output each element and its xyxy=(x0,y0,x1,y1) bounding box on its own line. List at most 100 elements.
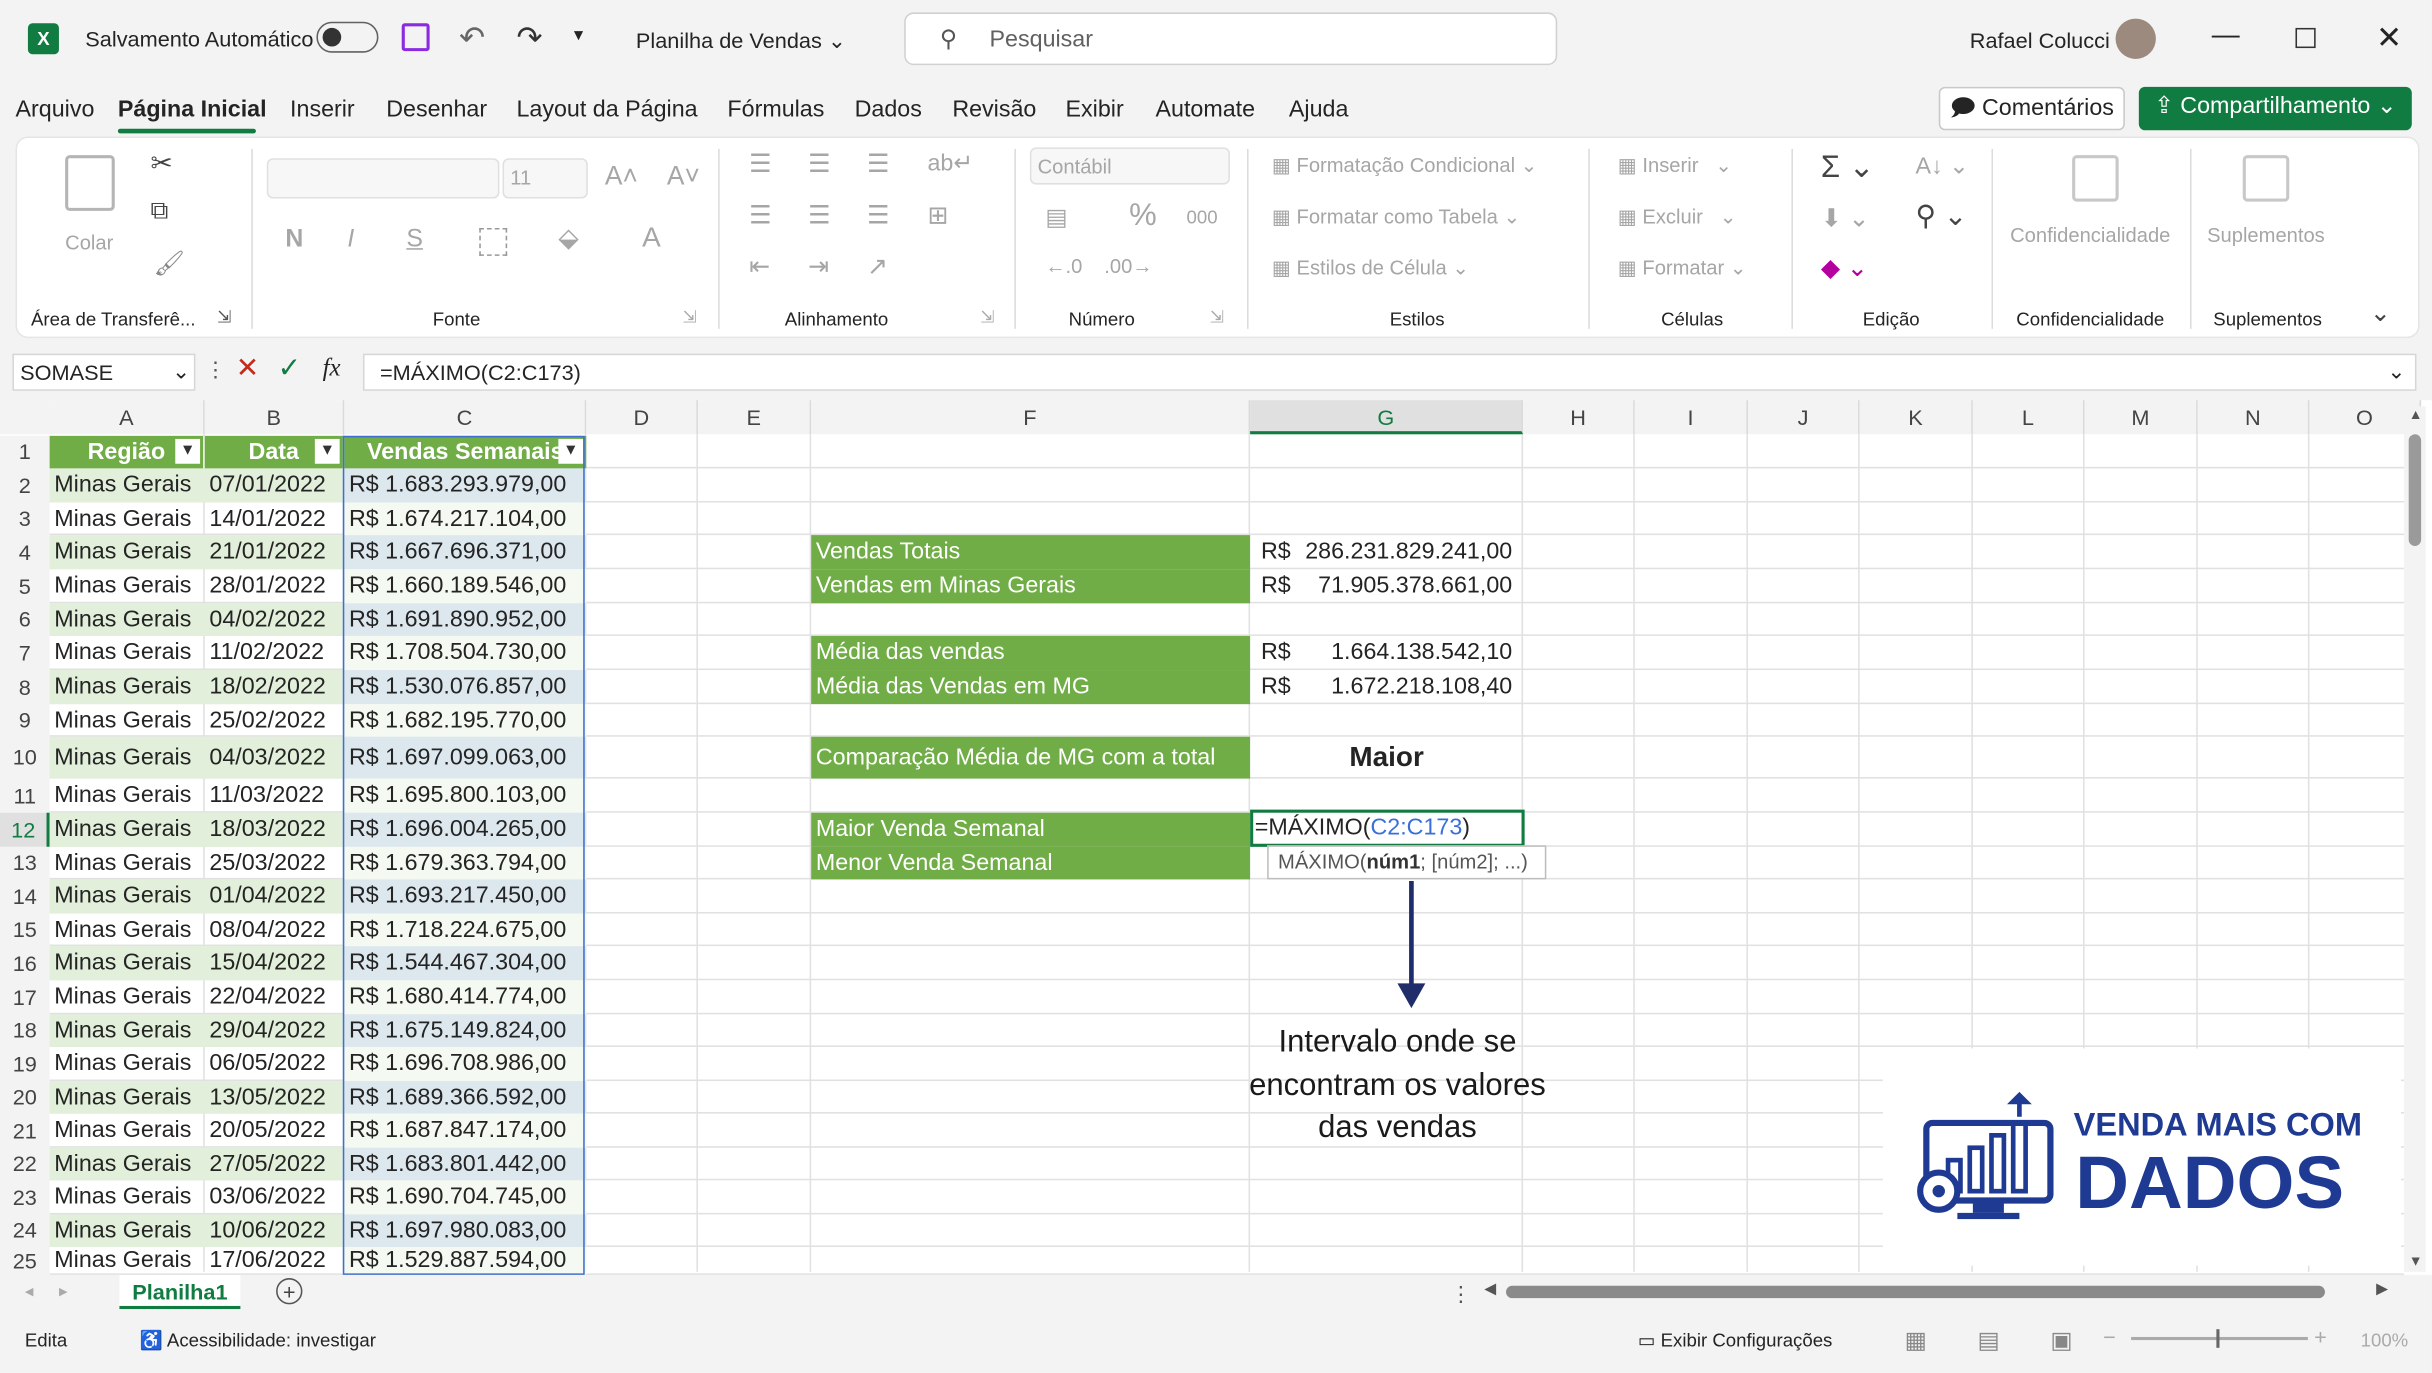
summary-value[interactable]: 286.231.829.241,00 xyxy=(1287,535,1517,569)
row-header[interactable]: 8 xyxy=(0,670,50,705)
find-select-icon[interactable]: ⚲ ⌄ xyxy=(1915,200,1967,233)
addins-button[interactable]: Suplementos xyxy=(2207,223,2325,246)
formula-input[interactable]: =MÁXIMO(C2:C173) ⌄ xyxy=(362,353,2417,391)
table-cell[interactable]: Minas Gerais xyxy=(50,636,205,670)
copy-icon[interactable]: ⧉ xyxy=(150,199,168,227)
summary-label[interactable]: Maior Venda Semanal xyxy=(811,812,1251,847)
scroll-left-icon[interactable]: ◀ xyxy=(1484,1281,1496,1298)
table-cell[interactable]: Minas Gerais xyxy=(49,603,205,636)
zoom-in-icon[interactable]: + xyxy=(2314,1325,2327,1350)
bold-button[interactable]: N xyxy=(285,226,303,254)
menu-layout-da-pagina[interactable]: Layout da Página xyxy=(516,96,697,122)
table-cell[interactable]: 28/01/2022 xyxy=(205,569,345,603)
table-cell[interactable]: 14/01/2022 xyxy=(205,503,345,536)
align-top-icon[interactable]: ☰ xyxy=(749,149,771,180)
table-cell[interactable]: 21/01/2022 xyxy=(204,535,345,570)
row-header[interactable]: 12 xyxy=(0,812,50,847)
table-cell[interactable]: Minas Gerais xyxy=(50,847,205,880)
cut-icon[interactable]: ✂ xyxy=(150,149,172,180)
comments-button[interactable]: 🗩 Comentários xyxy=(1938,86,2125,131)
table-cell[interactable]: 11/02/2022 xyxy=(205,636,345,670)
table-cell[interactable]: 10/06/2022 xyxy=(204,1214,345,1248)
table-cell[interactable]: Minas Gerais xyxy=(50,914,205,947)
number-launcher-icon[interactable]: ⇲ xyxy=(1210,307,1224,328)
row-header[interactable]: 5 xyxy=(0,569,50,604)
summary-value[interactable]: 1.672.218.108,40 xyxy=(1287,670,1517,704)
table-cell[interactable]: Minas Gerais xyxy=(49,1081,205,1114)
grow-font-icon[interactable]: A˄ xyxy=(605,161,638,192)
next-sheet-icon[interactable]: ▸ xyxy=(59,1281,68,1302)
orientation-icon[interactable]: ↗ xyxy=(867,251,888,282)
table-cell[interactable]: Minas Gerais xyxy=(49,879,205,914)
table-cell[interactable]: 04/02/2022 xyxy=(204,603,345,636)
row-header[interactable]: 18 xyxy=(0,1014,50,1047)
number-format-dropdown[interactable]: Contábil xyxy=(1029,147,1230,185)
row-header[interactable]: 22 xyxy=(0,1147,50,1181)
alignment-launcher-icon[interactable]: ⇲ xyxy=(980,307,994,328)
page-layout-view-icon[interactable]: ▤ xyxy=(1978,1326,2000,1354)
vertical-scroll-thumb[interactable] xyxy=(2408,434,2422,546)
row-header[interactable]: 17 xyxy=(0,980,50,1015)
insert-function-icon[interactable]: fx xyxy=(323,355,341,383)
summary-value[interactable]: 71.905.378.661,00 xyxy=(1287,569,1517,603)
tab-split-handle-icon[interactable]: ⋮ xyxy=(1450,1281,1472,1307)
previous-sheet-icon[interactable]: ◂ xyxy=(25,1281,34,1302)
menu-desenhar[interactable]: Desenhar xyxy=(386,96,487,122)
increase-decimal-icon[interactable]: ←.0 xyxy=(1045,254,1082,277)
row-header[interactable]: 19 xyxy=(0,1046,50,1082)
table-cell[interactable]: 25/03/2022 xyxy=(205,847,345,880)
accounting-icon[interactable]: ▤ xyxy=(1045,203,1067,231)
avatar[interactable] xyxy=(2115,18,2156,59)
format-as-table-button[interactable]: ▦ Formatar como Tabela ⌄ xyxy=(1272,205,1521,230)
table-cell[interactable]: Minas Gerais xyxy=(49,736,205,779)
table-cell[interactable]: Minas Gerais xyxy=(50,569,205,603)
column-header-m[interactable]: M xyxy=(2084,400,2198,435)
table-cell[interactable]: 06/05/2022 xyxy=(205,1047,345,1081)
table-cell[interactable]: Minas Gerais xyxy=(50,779,205,813)
table-cell[interactable]: Minas Gerais xyxy=(50,1180,205,1214)
column-header-f[interactable]: F xyxy=(811,400,1251,435)
row-header[interactable]: 1 xyxy=(0,435,50,469)
column-header-c[interactable]: C xyxy=(344,400,587,435)
select-all-corner[interactable] xyxy=(0,400,50,435)
thousands-button[interactable]: 000 xyxy=(1187,206,1218,228)
table-cell[interactable]: 25/02/2022 xyxy=(205,704,345,737)
share-button[interactable]: ⇪ Compartilhamento ⌄ xyxy=(2138,86,2412,131)
filename[interactable]: Planilha de Vendas ⌄ xyxy=(636,28,846,54)
table-cell[interactable]: Minas Gerais xyxy=(49,670,205,705)
table-cell[interactable]: 18/03/2022 xyxy=(204,812,345,847)
table-cell[interactable]: 11/03/2022 xyxy=(205,779,345,813)
table-cell[interactable]: 13/05/2022 xyxy=(204,1081,345,1114)
summary-value[interactable]: 1.664.138.542,10 xyxy=(1287,636,1517,670)
menu-ajuda[interactable]: Ajuda xyxy=(1289,96,1349,122)
row-header[interactable]: 14 xyxy=(0,879,50,914)
decrease-indent-icon[interactable]: ⇤ xyxy=(749,251,770,282)
collapse-ribbon-icon[interactable]: ⌄ xyxy=(2370,298,2391,329)
table-cell[interactable]: Minas Gerais xyxy=(49,1214,205,1248)
clipboard-launcher-icon[interactable]: ⇲ xyxy=(217,307,231,328)
table-cell[interactable]: 29/04/2022 xyxy=(204,1014,345,1047)
normal-view-icon[interactable]: ▦ xyxy=(1905,1326,1927,1354)
row-header[interactable]: 7 xyxy=(0,635,50,671)
row-header[interactable]: 16 xyxy=(0,946,50,981)
row-header[interactable]: 20 xyxy=(0,1081,50,1114)
summary-label[interactable]: Vendas Totais xyxy=(811,535,1251,570)
zoom-slider[interactable] xyxy=(2131,1329,2308,1348)
column-header-i[interactable]: I xyxy=(1634,400,1748,435)
merge-center-icon[interactable]: ⊞ xyxy=(927,200,948,231)
table-cell[interactable]: Minas Gerais xyxy=(49,946,205,981)
table-cell[interactable]: 08/04/2022 xyxy=(205,914,345,947)
table-cell[interactable]: Minas Gerais xyxy=(49,535,205,570)
align-bottom-icon[interactable]: ☰ xyxy=(867,149,889,180)
row-header[interactable]: 6 xyxy=(0,603,50,636)
summary-label[interactable]: Média das vendas xyxy=(811,635,1251,671)
cell-styles-button[interactable]: ▦ Estilos de Célula ⌄ xyxy=(1272,256,1469,281)
row-header[interactable]: 2 xyxy=(0,468,50,503)
table-cell[interactable]: 27/05/2022 xyxy=(204,1147,345,1181)
paste-icon[interactable] xyxy=(65,155,115,211)
table-cell[interactable]: 07/01/2022 xyxy=(204,468,345,503)
minimize-icon[interactable]: — xyxy=(2212,19,2240,52)
table-header-regiao[interactable]: Região ▼ xyxy=(49,435,205,469)
column-header-a[interactable]: A xyxy=(49,400,205,435)
sheet-tab-planilha1[interactable]: Planilha1 xyxy=(119,1274,241,1310)
